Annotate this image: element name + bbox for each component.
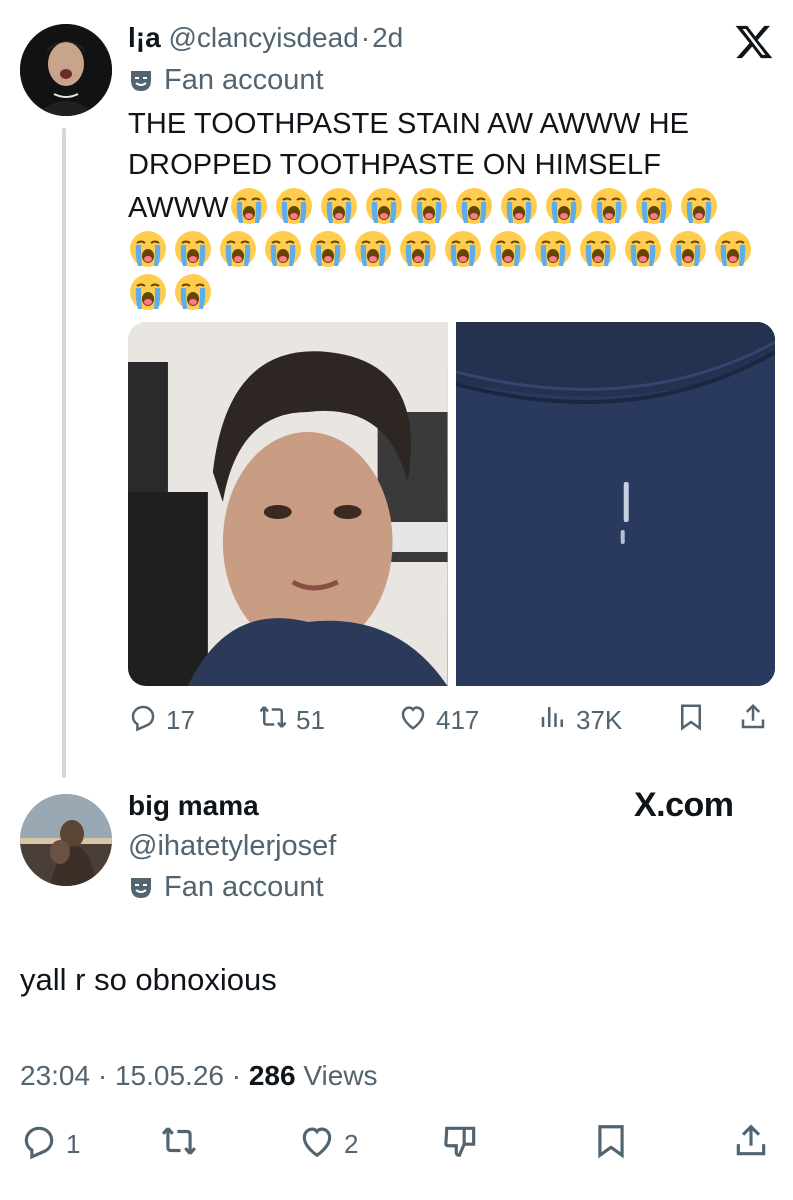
fan-account-label: Fan account (128, 64, 324, 97)
loudly-crying-face-icon (713, 229, 753, 269)
reply-button[interactable]: 1 (20, 1122, 80, 1167)
fan-account-text: Fan account (164, 64, 324, 96)
share-icon (732, 1122, 770, 1167)
loudly-crying-face-icon (499, 186, 539, 226)
bookmark-button[interactable] (676, 702, 706, 739)
loudly-crying-face-icon (443, 229, 483, 269)
loudly-crying-face-icon (274, 186, 314, 226)
loudly-crying-face-icon (679, 186, 719, 226)
loudly-crying-face-icon (488, 229, 528, 269)
loudly-crying-face-icon (634, 186, 674, 226)
views-icon (538, 702, 568, 739)
loudly-crying-face-icon (128, 272, 168, 312)
reply-count: 1 (66, 1129, 81, 1159)
views-label: Views (303, 1060, 378, 1091)
x-logo-icon (733, 22, 775, 62)
tweet-time[interactable]: 23:04 (20, 1060, 90, 1091)
loudly-crying-face-icon (353, 229, 393, 269)
like-count: 2 (344, 1129, 359, 1159)
share-button[interactable] (732, 1122, 770, 1167)
like-button[interactable]: 2 (298, 1122, 358, 1167)
avatar[interactable] (20, 794, 112, 886)
share-icon (738, 702, 768, 739)
loudly-crying-face-icon (173, 272, 213, 312)
x-com-watermark: X.com (634, 786, 734, 824)
repost-icon (258, 702, 288, 739)
tweet-text: yall r so obnoxious (20, 962, 277, 997)
avatar[interactable] (20, 24, 112, 116)
tweet-actions: 17 51 417 37K (128, 702, 776, 742)
loudly-crying-face-icon (398, 229, 438, 269)
theater-mask-icon (128, 68, 154, 94)
thumbs-down-icon (442, 1122, 480, 1167)
thread-connector-line (62, 128, 66, 778)
reply-count: 17 (166, 705, 195, 735)
repost-count: 51 (296, 705, 325, 735)
repost-button[interactable]: 51 (258, 702, 325, 739)
loudly-crying-face-icon (533, 229, 573, 269)
loudly-crying-face-icon (364, 186, 404, 226)
photo-selfie[interactable] (128, 322, 448, 686)
tweet-meta: 23:04 · 15.05.26 · 286 Views (20, 1060, 378, 1092)
separator-dot: · (231, 1060, 249, 1091)
tweet-text: THE TOOTHPASTE STAIN AW AWWW HE DROPPED … (128, 104, 768, 315)
theater-mask-icon (128, 875, 154, 901)
repost-icon (160, 1122, 198, 1167)
timestamp[interactable]: 2d (372, 22, 403, 53)
reply-icon (128, 702, 158, 739)
loudly-crying-face-icon (263, 229, 303, 269)
media-grid[interactable] (128, 322, 775, 686)
separator-dot: · (360, 22, 371, 53)
tweet-header: l¡a @clancyisdead·2d (128, 22, 403, 54)
heart-icon (298, 1122, 336, 1167)
loudly-crying-face-icon (589, 186, 629, 226)
loudly-crying-face-icon (668, 229, 708, 269)
reply-icon (20, 1122, 58, 1167)
separator-dot: · (97, 1060, 115, 1091)
repost-button[interactable] (160, 1122, 198, 1167)
loudly-crying-face-icon (454, 186, 494, 226)
heart-icon (398, 702, 428, 739)
loudly-crying-face-icon (623, 229, 663, 269)
tweet-date[interactable]: 15.05.26 (115, 1060, 224, 1091)
photo-shirt-stain[interactable] (455, 322, 775, 686)
handle[interactable]: @clancyisdead (168, 22, 358, 53)
loudly-crying-face-icon (173, 229, 213, 269)
loudly-crying-face-icon (229, 186, 269, 226)
loudly-crying-face-icon (409, 186, 449, 226)
bookmark-icon (592, 1122, 630, 1167)
views-total: 286 (248, 1060, 296, 1091)
handle[interactable]: @ihatetylerjosef (128, 830, 336, 863)
dislike-button[interactable] (442, 1122, 480, 1167)
display-name[interactable]: big mama (128, 790, 259, 822)
loudly-crying-face-icon (218, 229, 258, 269)
bookmark-icon (676, 702, 706, 739)
loudly-crying-face-icon (128, 229, 168, 269)
views-button[interactable]: 37K (538, 702, 622, 739)
bookmark-button[interactable] (592, 1122, 630, 1167)
loudly-crying-face-icon (578, 229, 618, 269)
views-count: 37K (576, 705, 623, 735)
reply-button[interactable]: 17 (128, 702, 195, 739)
share-button[interactable] (738, 702, 768, 739)
tweet-actions: 1 2 (20, 1122, 780, 1170)
fan-account-text: Fan account (164, 871, 324, 903)
like-count: 417 (436, 705, 480, 735)
like-button[interactable]: 417 (398, 702, 479, 739)
loudly-crying-face-icon (544, 186, 584, 226)
fan-account-label: Fan account (128, 871, 324, 904)
display-name[interactable]: l¡a (128, 22, 161, 53)
loudly-crying-face-icon (308, 229, 348, 269)
loudly-crying-face-icon (319, 186, 359, 226)
